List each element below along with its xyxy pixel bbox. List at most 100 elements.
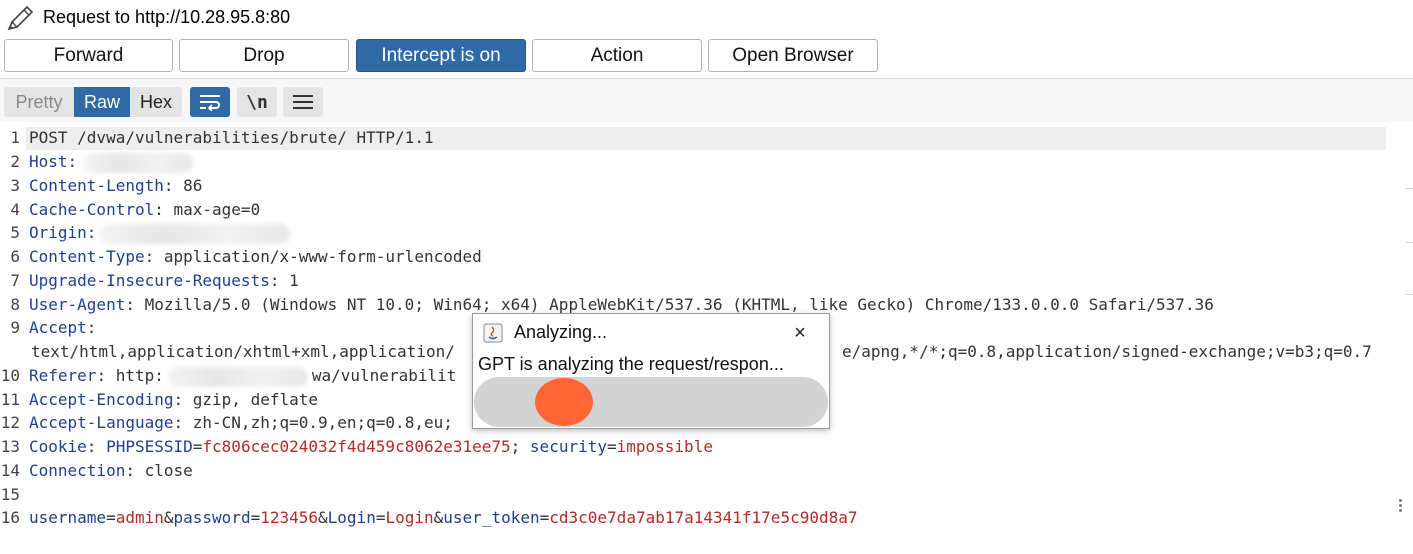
header-content-length: Content-Length: 86 bbox=[29, 176, 202, 195]
panel-edge-tick bbox=[1406, 242, 1413, 243]
panel-edge-tick bbox=[1406, 294, 1413, 295]
request-line: POST /dvwa/vulnerabilities/brute/ HTTP/1… bbox=[29, 128, 434, 147]
tab-pretty[interactable]: Pretty bbox=[4, 87, 74, 117]
redacted-value bbox=[83, 152, 194, 173]
param-name: user_token bbox=[443, 508, 540, 527]
line-number: 5 bbox=[10, 223, 20, 242]
menu-button[interactable] bbox=[283, 87, 323, 117]
open-browser-button[interactable]: Open Browser bbox=[708, 39, 878, 72]
header-key: Accept-Encoding bbox=[29, 390, 174, 409]
cookie-name: PHPSESSID bbox=[106, 437, 193, 456]
cookie-value: fc806cec024032f4d459c8062e31ee75 bbox=[202, 437, 511, 456]
line-number: 15 bbox=[0, 485, 20, 504]
header-key: Origin: bbox=[29, 223, 97, 242]
param-name: password bbox=[173, 508, 251, 527]
pencil-icon bbox=[7, 5, 34, 31]
param-name: Login bbox=[327, 508, 376, 527]
header-content-type: Content-Type: application/x-www-form-url… bbox=[29, 247, 482, 266]
java-app-icon bbox=[483, 323, 503, 343]
header-value: : application/x-www-form-urlencoded bbox=[144, 247, 482, 266]
header-value: : close bbox=[125, 461, 193, 480]
header-key: Host: bbox=[29, 152, 78, 171]
drop-button[interactable]: Drop bbox=[179, 39, 349, 72]
header-cookie: Cookie: PHPSESSID=fc806cec024032f4d459c8… bbox=[29, 437, 713, 456]
panel-edge-tick bbox=[1406, 188, 1413, 189]
action-button[interactable]: Action bbox=[532, 39, 702, 72]
line-number: 11 bbox=[0, 390, 20, 409]
header-value: : gzip, deflate bbox=[173, 390, 319, 409]
cookie-name: security bbox=[529, 437, 607, 456]
intercept-toggle-button[interactable]: Intercept is on bbox=[356, 39, 526, 72]
header-accept-continued-left: text/html,application/xhtml+xml,applicat… bbox=[31, 342, 455, 361]
header-value: : bbox=[86, 318, 97, 337]
header-key: Cache-Control bbox=[29, 200, 155, 219]
header-accept-encoding: Accept-Encoding: gzip, deflate bbox=[29, 390, 318, 409]
header-upgrade-insecure: Upgrade-Insecure-Requests: 1 bbox=[29, 271, 299, 290]
header-key: Cookie bbox=[29, 437, 87, 456]
tab-raw[interactable]: Raw bbox=[74, 87, 130, 117]
newline-toggle-button[interactable]: \n bbox=[237, 87, 277, 117]
forward-button[interactable]: Forward bbox=[4, 39, 173, 72]
header-key: Accept-Language bbox=[29, 413, 174, 432]
newline-icon: \n bbox=[246, 91, 268, 113]
header-cache-control: Cache-Control: max-age=0 bbox=[29, 200, 260, 219]
line-number: 6 bbox=[10, 247, 20, 266]
request-body: username=admin&password=123456&Login=Log… bbox=[29, 508, 858, 527]
line-number: 7 bbox=[10, 271, 20, 290]
header-key: Accept bbox=[29, 318, 87, 337]
header-value: : 1 bbox=[269, 271, 299, 290]
header-key: Upgrade-Insecure-Requests bbox=[29, 271, 270, 290]
header-key: Content-Type bbox=[29, 247, 145, 266]
close-icon[interactable]: × bbox=[788, 321, 812, 345]
window-header: Request to http://10.28.95.8:80 bbox=[0, 0, 1413, 36]
resize-handle[interactable] bbox=[1399, 497, 1405, 514]
line-number: 12 bbox=[0, 413, 20, 432]
dialog-title: Analyzing... bbox=[514, 322, 608, 342]
header-key: Connection bbox=[29, 461, 126, 480]
line-number: 8 bbox=[10, 295, 20, 314]
header-host: Host: bbox=[29, 152, 194, 173]
cookie-value: impossible bbox=[616, 437, 713, 456]
header-key: User-Agent bbox=[29, 295, 126, 314]
header-accept: Accept: bbox=[29, 318, 96, 337]
progress-indicator bbox=[535, 378, 593, 426]
line-number: 14 bbox=[0, 461, 20, 480]
line-number: 4 bbox=[10, 200, 20, 219]
line-number: 2 bbox=[10, 152, 20, 171]
param-name: username bbox=[29, 508, 107, 527]
request-title: Request to http://10.28.95.8:80 bbox=[43, 7, 291, 27]
header-origin: Origin: bbox=[29, 223, 291, 244]
param-value: 123456 bbox=[260, 508, 319, 527]
header-value: : http: bbox=[96, 366, 164, 385]
analyzing-dialog: Analyzing... × GPT is analyzing the requ… bbox=[472, 313, 830, 429]
wrap-lines-button[interactable] bbox=[190, 87, 230, 117]
header-connection: Connection: close bbox=[29, 461, 193, 480]
request-line-text: POST /dvwa/vulnerabilities/brute/ HTTP/1… bbox=[29, 128, 434, 147]
line-number: 9 bbox=[10, 318, 20, 337]
line-number: 13 bbox=[0, 437, 20, 456]
editor-toolbar: Pretty Raw Hex \n bbox=[0, 79, 1413, 122]
line-number: 16 bbox=[0, 508, 20, 527]
line-number: 3 bbox=[10, 176, 20, 195]
header-accept-continued-right: e/apng,*/*;q=0.8,application/signed-exch… bbox=[842, 342, 1372, 361]
header-value: : 86 bbox=[163, 176, 203, 195]
header-value: : zh-CN,zh;q=0.9,en;q=0.8,eu; bbox=[173, 413, 453, 432]
header-key: Referer bbox=[29, 366, 97, 385]
header-accept-language: Accept-Language: zh-CN,zh;q=0.9,en;q=0.8… bbox=[29, 413, 453, 432]
redacted-value bbox=[100, 223, 291, 244]
dialog-message: GPT is analyzing the request/respon... bbox=[478, 354, 784, 374]
progress-bar bbox=[474, 377, 828, 427]
menu-icon bbox=[293, 95, 313, 109]
line-number: 1 bbox=[10, 128, 20, 147]
header-key: Content-Length bbox=[29, 176, 164, 195]
header-value: : Mozilla/5.0 (Windows NT 10.0; Win64; x… bbox=[125, 295, 1214, 314]
tab-hex[interactable]: Hex bbox=[130, 87, 182, 117]
header-user-agent: User-Agent: Mozilla/5.0 (Windows NT 10.0… bbox=[29, 295, 1214, 314]
header-referer: Referer: http: wa/vulnerabilit bbox=[29, 366, 457, 387]
param-value: admin bbox=[115, 508, 164, 527]
wrap-lines-icon bbox=[200, 95, 220, 111]
param-value: cd3c0e7da7ab17a14341f17e5c90d8a7 bbox=[549, 508, 858, 527]
redacted-value bbox=[167, 366, 308, 387]
line-number: 10 bbox=[0, 366, 20, 385]
param-value: Login bbox=[385, 508, 434, 527]
